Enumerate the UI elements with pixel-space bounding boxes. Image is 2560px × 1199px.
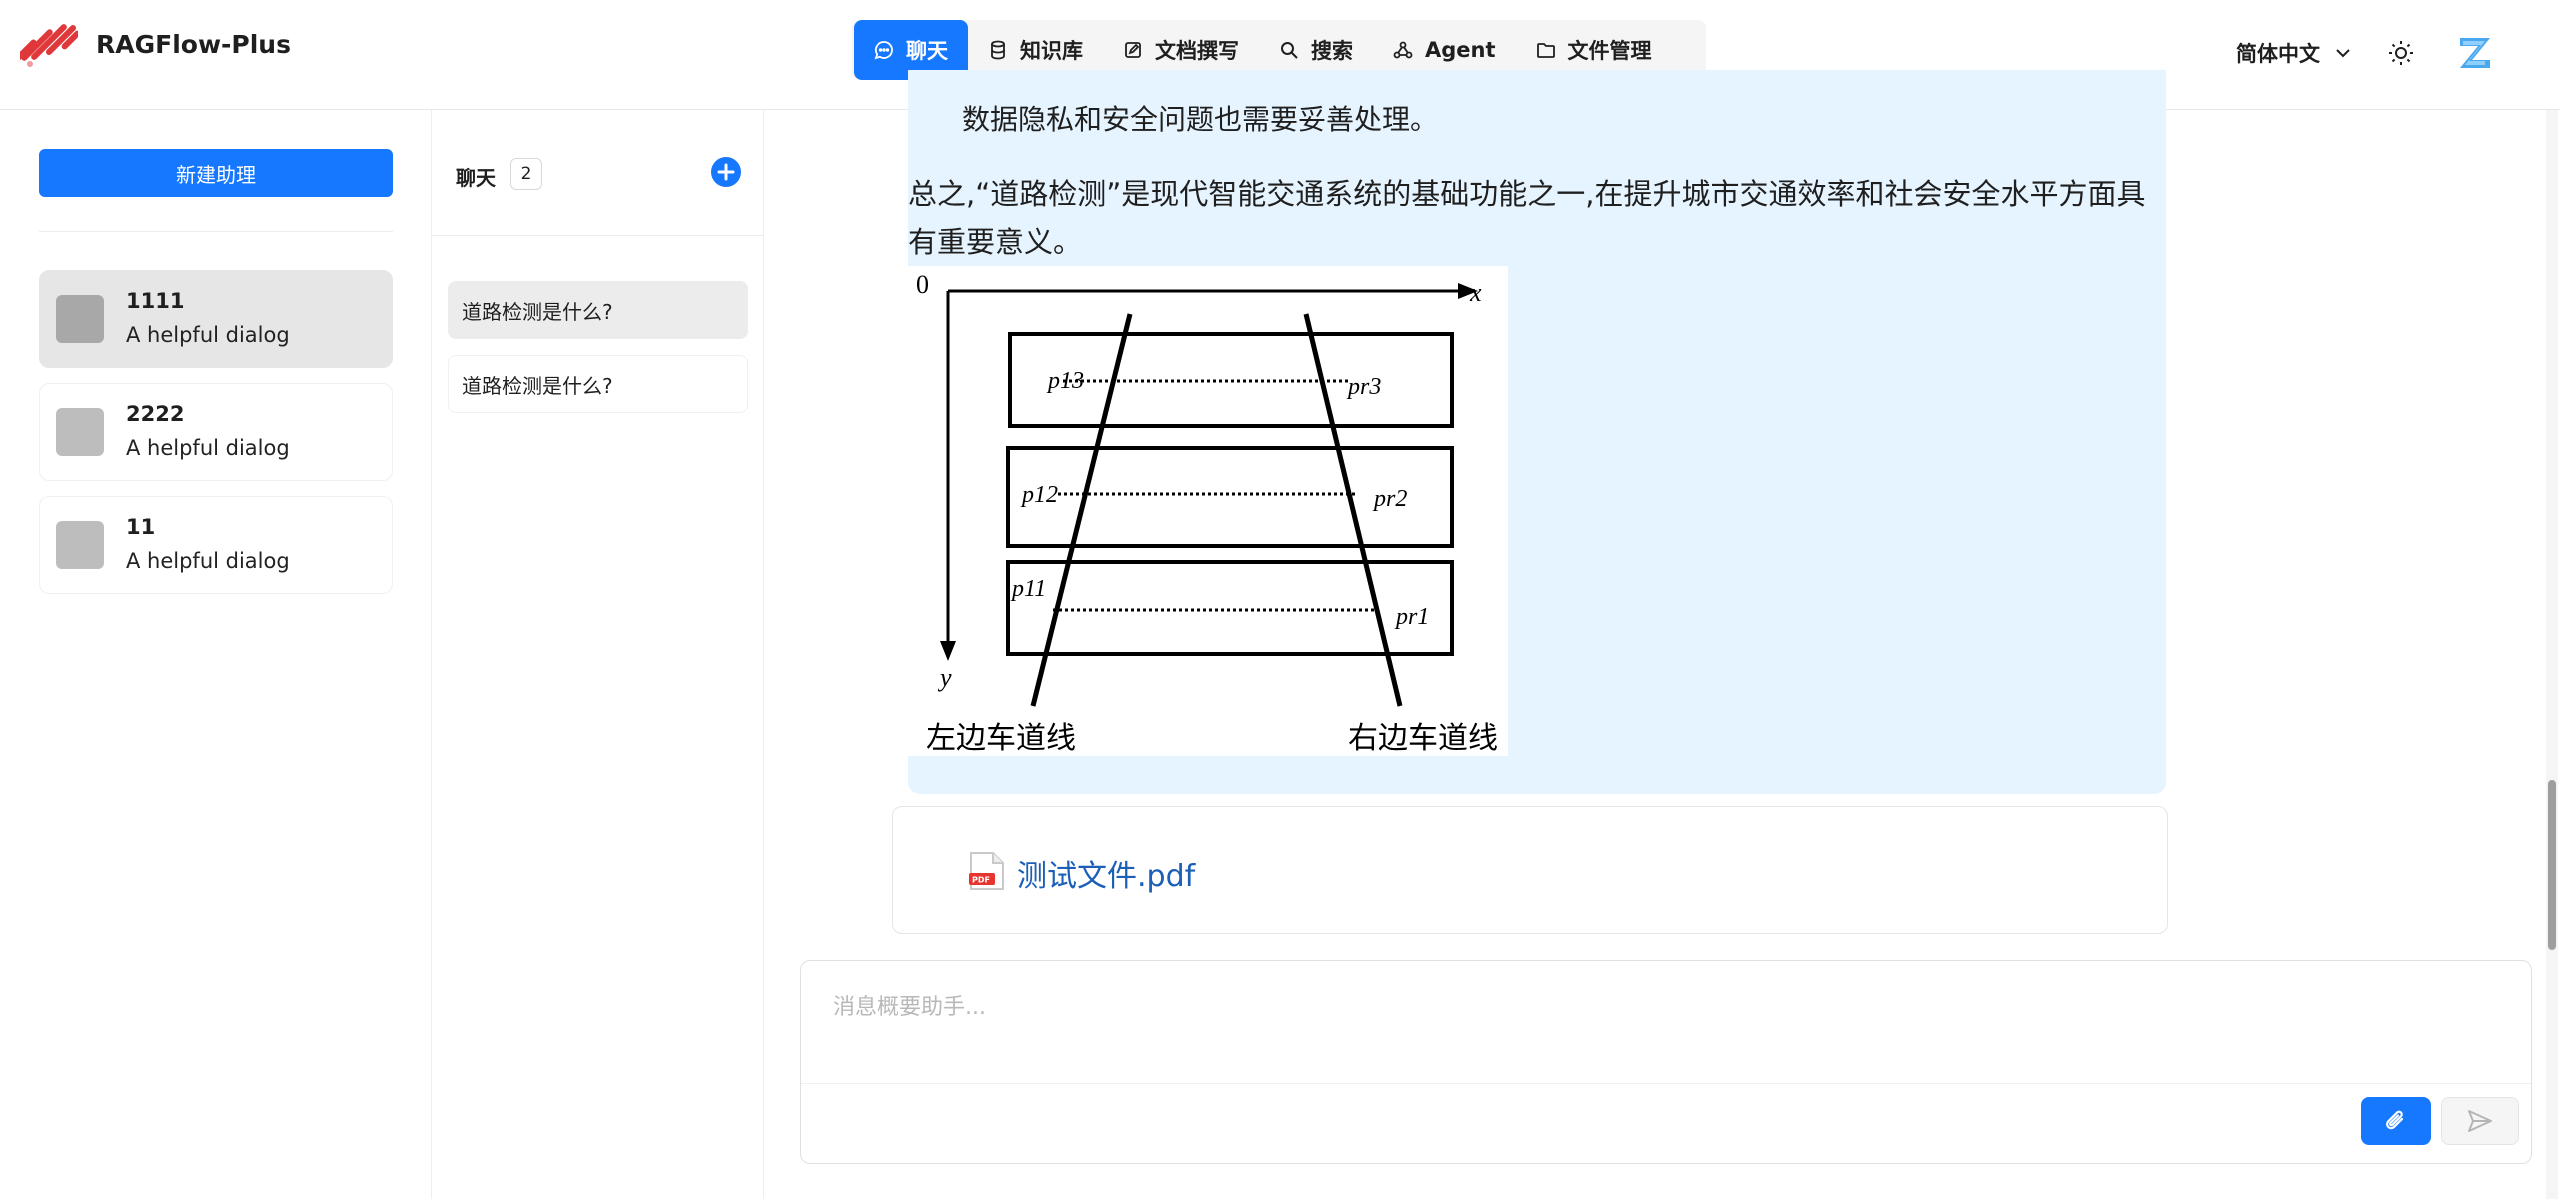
lane-detection-figure: 0 x y p13 pr3 p12 pr2 p11 pr1 左边车道线 右边车道… xyxy=(908,266,1508,756)
ragflow-logo[interactable] xyxy=(20,16,78,74)
scrollbar-thumb[interactable] xyxy=(2548,780,2556,950)
conversation-panel: 聊天 2 道路检测是什么? 道路检测是什么? xyxy=(432,110,764,1199)
conversation-item[interactable]: 道路检测是什么? xyxy=(448,355,748,413)
attach-file-button[interactable] xyxy=(2361,1097,2431,1145)
chat-scrollbar[interactable] xyxy=(2546,110,2558,1199)
send-icon xyxy=(2468,1110,2492,1132)
nav-label: Agent xyxy=(1425,38,1496,62)
conversation-label: 道路检测是什么? xyxy=(462,299,613,324)
divider xyxy=(39,231,393,232)
message-composer xyxy=(800,960,2532,1164)
assistant-avatar xyxy=(56,408,104,456)
point-label: p13 xyxy=(1046,368,1084,394)
point-label: pr2 xyxy=(1372,486,1407,512)
message-text: 数据隐私和安全问题也需要妥善处理。 xyxy=(962,103,1439,136)
new-assistant-button[interactable]: 新建助理 xyxy=(39,149,393,197)
paperclip-icon xyxy=(2386,1110,2404,1130)
origin-label: 0 xyxy=(916,270,929,299)
agent-graph-icon xyxy=(1393,41,1413,59)
assistant-name: 2222 xyxy=(126,402,185,426)
point-label: pr1 xyxy=(1394,604,1429,630)
assistant-panel: 新建助理 1111 A helpful dialog 2222 A helpfu… xyxy=(0,110,432,1199)
point-label: pr3 xyxy=(1346,374,1381,400)
nav-label: 搜索 xyxy=(1311,39,1353,63)
svg-text:PDF: PDF xyxy=(972,876,990,885)
nav-label: 文件管理 xyxy=(1567,39,1652,63)
divider xyxy=(801,1083,2531,1084)
assistant-avatar xyxy=(56,295,104,343)
user-avatar[interactable] xyxy=(2452,30,2498,76)
nav-label: 聊天 xyxy=(906,39,948,63)
assistant-name: 1111 xyxy=(126,289,185,313)
assistant-avatar xyxy=(56,521,104,569)
folder-icon xyxy=(1536,43,1555,58)
language-selector[interactable]: 简体中文 xyxy=(2236,38,2352,68)
nav-label: 文档撰写 xyxy=(1155,39,1239,63)
conversation-label: 道路检测是什么? xyxy=(462,373,613,398)
database-icon xyxy=(991,40,1005,60)
chat-bubble-icon xyxy=(874,41,893,60)
add-conversation-icon[interactable] xyxy=(710,156,742,188)
point-label: p11 xyxy=(1010,576,1046,602)
sun-icon[interactable] xyxy=(2386,38,2416,68)
nav-label: 知识库 xyxy=(1020,39,1083,63)
message-summary: 总之,“道路检测”是现代智能交通系统的基础功能之一,在提升城市交通效率和社会安全… xyxy=(908,177,2146,259)
chat-area: 数据隐私和安全问题也需要妥善处理。 总之,“道路检测”是现代智能交通系统的基础功… xyxy=(764,70,2560,1199)
divider xyxy=(432,235,764,236)
assistant-name: 11 xyxy=(126,515,156,539)
pdf-file-icon: PDF xyxy=(969,852,1004,890)
conversation-title: 聊天 xyxy=(456,166,496,190)
point-label: p12 xyxy=(1020,482,1058,508)
y-axis-label: y xyxy=(937,663,952,692)
chevron-down-icon xyxy=(2336,49,2350,58)
attachment-card: PDF 测试文件.pdf xyxy=(892,806,2168,934)
brand-name: RAGFlow-Plus xyxy=(96,30,291,59)
assistant-description: A helpful dialog xyxy=(126,549,290,573)
assistant-card[interactable]: 2222 A helpful dialog xyxy=(39,383,393,481)
assistant-card[interactable]: 1111 A helpful dialog xyxy=(39,270,393,368)
attachment-link[interactable]: 测试文件.pdf xyxy=(1017,851,1195,895)
assistant-card[interactable]: 11 A helpful dialog xyxy=(39,496,393,594)
edit-icon xyxy=(1125,42,1141,58)
left-lane-caption: 左边车道线 xyxy=(926,721,1076,756)
assistant-description: A helpful dialog xyxy=(126,436,290,460)
x-axis-label: x xyxy=(1469,278,1482,307)
conversation-item[interactable]: 道路检测是什么? xyxy=(448,281,748,339)
search-icon xyxy=(1281,42,1298,59)
message-input[interactable] xyxy=(801,961,2531,1083)
conversation-count-badge: 2 xyxy=(510,158,542,190)
assistant-description: A helpful dialog xyxy=(126,323,290,347)
right-lane-caption: 右边车道线 xyxy=(1348,721,1498,756)
language-label: 简体中文 xyxy=(2236,42,2320,66)
send-button[interactable] xyxy=(2441,1097,2519,1145)
